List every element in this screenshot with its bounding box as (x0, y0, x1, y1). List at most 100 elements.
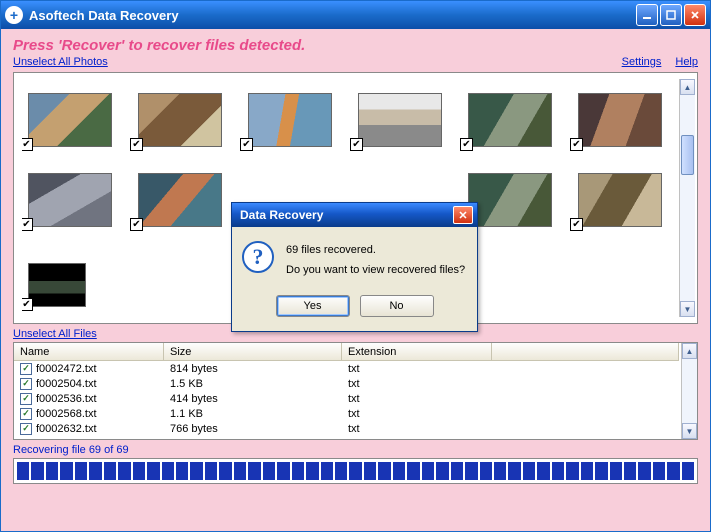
column-name[interactable]: Name (14, 343, 164, 360)
photo-thumbnail (578, 173, 662, 227)
dialog-line2: Do you want to view recovered files? (286, 261, 465, 281)
photo-checkbox[interactable]: ✔ (460, 138, 473, 151)
question-icon: ? (242, 241, 274, 273)
window-controls (636, 4, 706, 26)
progress-segment (436, 462, 448, 480)
photos-scrollbar[interactable]: ▲ ▼ (679, 79, 695, 317)
maximize-button[interactable] (660, 4, 682, 26)
progress-segment (552, 462, 564, 480)
scroll-up-button[interactable]: ▲ (680, 79, 695, 95)
close-button[interactable] (684, 4, 706, 26)
photo-item[interactable]: ✔ (572, 159, 662, 231)
file-checkbox[interactable]: ✓ (20, 408, 32, 420)
progress-segment (17, 462, 29, 480)
file-name: f0002568.txt (36, 408, 97, 420)
file-size: 766 bytes (164, 423, 342, 435)
settings-link[interactable]: Settings (622, 56, 662, 68)
progress-segment (407, 462, 419, 480)
progress-segment (176, 462, 188, 480)
dialog-title: Data Recovery (236, 208, 453, 222)
file-row[interactable]: ✓f0002568.txt1.1 KBtxt (14, 406, 679, 421)
photo-item[interactable]: ✔ (242, 79, 332, 151)
photo-item[interactable]: ✔ (22, 79, 112, 151)
progress-segment (653, 462, 665, 480)
photo-thumbnail (28, 173, 112, 227)
photo-item[interactable]: ✔ (462, 79, 552, 151)
scroll-down-button[interactable]: ▼ (682, 423, 697, 439)
dialog-close-button[interactable]: ✕ (453, 206, 473, 224)
progress-segment (335, 462, 347, 480)
photo-item[interactable]: ✔ (572, 79, 662, 151)
scroll-up-button[interactable]: ▲ (682, 343, 697, 359)
photo-checkbox[interactable]: ✔ (22, 298, 33, 311)
file-row[interactable]: ✓f0002504.txt1.5 KBtxt (14, 376, 679, 391)
photo-checkbox[interactable]: ✔ (130, 138, 143, 151)
photo-item[interactable]: ✔ (132, 159, 222, 231)
photo-thumbnail (468, 173, 552, 227)
file-name: f0002472.txt (36, 363, 97, 375)
top-links-row: Unselect All Photos Settings Help (1, 56, 710, 72)
file-checkbox[interactable]: ✓ (20, 378, 32, 390)
scroll-thumb[interactable] (681, 135, 694, 175)
scroll-track[interactable] (682, 359, 697, 423)
file-row[interactable]: ✓f0002472.txt814 bytestxt (14, 361, 679, 376)
file-checkbox[interactable]: ✓ (20, 393, 32, 405)
progress-segment (364, 462, 376, 480)
file-checkbox[interactable]: ✓ (20, 423, 32, 435)
photo-checkbox[interactable]: ✔ (22, 218, 33, 231)
file-size: 414 bytes (164, 393, 342, 405)
file-row[interactable]: ✓f0002632.txt766 bytestxt (14, 421, 679, 436)
progress-segment (595, 462, 607, 480)
minimize-button[interactable] (636, 4, 658, 26)
progress-segment (480, 462, 492, 480)
progress-segment (46, 462, 58, 480)
photo-checkbox[interactable]: ✔ (240, 138, 253, 151)
photo-thumbnail (138, 173, 222, 227)
progress-segment (494, 462, 506, 480)
scroll-down-button[interactable]: ▼ (680, 301, 695, 317)
scroll-track[interactable] (680, 95, 695, 301)
progress-segment (75, 462, 87, 480)
photo-thumbnail (248, 93, 332, 147)
progress-segment (147, 462, 159, 480)
column-spacer (492, 343, 679, 360)
photo-thumbnail (138, 93, 222, 147)
photo-checkbox[interactable]: ✔ (130, 218, 143, 231)
help-link[interactable]: Help (675, 56, 698, 68)
progress-segment (624, 462, 636, 480)
unselect-all-files-link[interactable]: Unselect All Files (13, 328, 97, 340)
photo-item[interactable]: ✔ (132, 79, 222, 151)
column-size[interactable]: Size (164, 343, 342, 360)
photo-item[interactable]: ✔ (352, 79, 442, 151)
progress-segment (263, 462, 275, 480)
photo-checkbox[interactable]: ✔ (22, 138, 33, 151)
progress-bar (13, 458, 698, 484)
photo-thumbnail (468, 93, 552, 147)
photo-checkbox[interactable]: ✔ (570, 138, 583, 151)
photo-item[interactable]: ✔ (22, 239, 112, 311)
progress-segment (104, 462, 116, 480)
progress-segment (31, 462, 43, 480)
file-name: f0002504.txt (36, 378, 97, 390)
progress-segment (277, 462, 289, 480)
files-header: Name Size Extension (14, 343, 679, 361)
yes-button[interactable]: Yes (276, 295, 350, 317)
photo-item[interactable]: ✔ (22, 159, 112, 231)
progress-segment (667, 462, 679, 480)
progress-segment (638, 462, 650, 480)
file-checkbox[interactable]: ✓ (20, 363, 32, 375)
column-extension[interactable]: Extension (342, 343, 492, 360)
app-title: Asoftech Data Recovery (29, 8, 636, 23)
unselect-all-photos-link[interactable]: Unselect All Photos (13, 56, 108, 68)
no-button[interactable]: No (360, 295, 434, 317)
file-row[interactable]: ✓f0002536.txt414 bytestxt (14, 391, 679, 406)
progress-segment (451, 462, 463, 480)
photo-checkbox[interactable]: ✔ (570, 218, 583, 231)
files-scrollbar[interactable]: ▲ ▼ (681, 343, 697, 439)
photo-thumbnail (28, 263, 86, 307)
progress-segment (219, 462, 231, 480)
file-size: 814 bytes (164, 363, 342, 375)
progress-segment (566, 462, 578, 480)
photo-checkbox[interactable]: ✔ (350, 138, 363, 151)
progress-segment (422, 462, 434, 480)
